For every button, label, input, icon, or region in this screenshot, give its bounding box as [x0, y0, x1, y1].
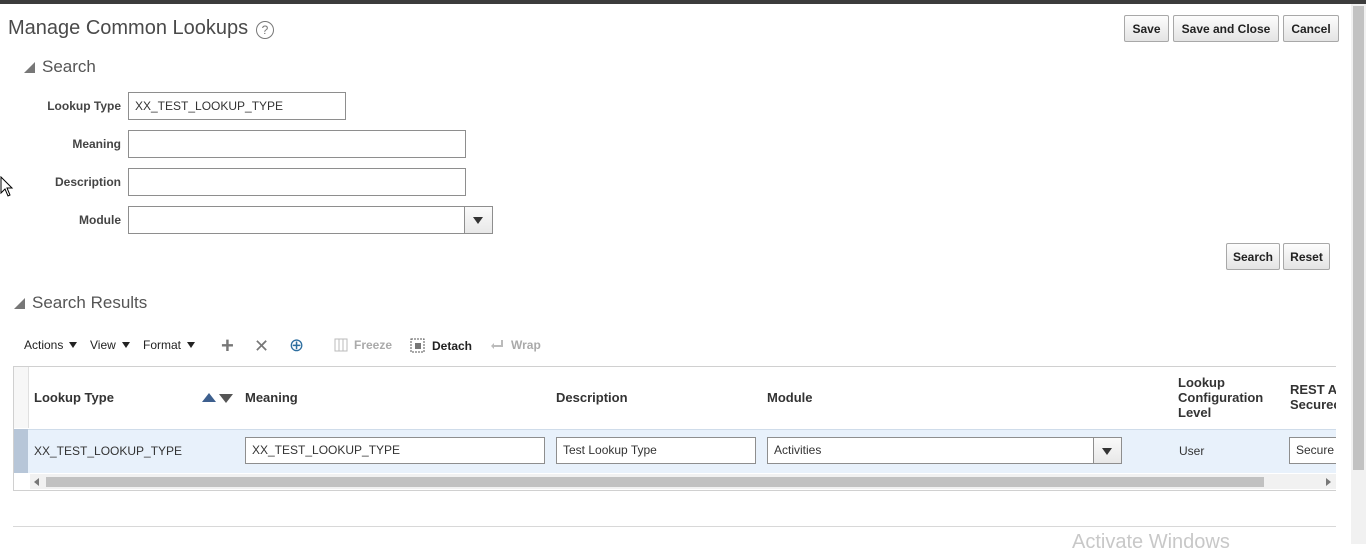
- module-cell-value: Activities: [774, 443, 822, 457]
- description-input[interactable]: [128, 168, 466, 196]
- cell-lookup-type: XX_TEST_LOOKUP_TYPE: [34, 444, 183, 458]
- description-label: Description: [54, 175, 121, 189]
- caret-down-icon: [121, 342, 130, 348]
- vertical-scrollbar[interactable]: [1351, 4, 1366, 544]
- results-section-header[interactable]: Search Results: [14, 293, 147, 313]
- row-header-column: [14, 367, 29, 428]
- lookup-type-input[interactable]: XX_TEST_LOOKUP_TYPE: [128, 92, 346, 120]
- freeze-button[interactable]: Freeze: [334, 338, 392, 352]
- cancel-button[interactable]: Cancel: [1283, 15, 1339, 42]
- view-menu-label: View: [90, 338, 116, 352]
- search-section-header[interactable]: Search: [24, 57, 96, 77]
- column-header-config-level[interactable]: Lookup Configuration Level: [1178, 375, 1263, 420]
- rest-secured-line: REST A: [1290, 382, 1336, 397]
- footer-divider: [13, 526, 1336, 527]
- wrap-button[interactable]: Wrap: [491, 338, 541, 352]
- detach-label: Detach: [432, 338, 473, 353]
- grid-border: [13, 490, 1336, 491]
- reset-button[interactable]: Reset: [1283, 243, 1330, 270]
- freeze-label: Freeze: [354, 338, 393, 352]
- sort-descending-icon[interactable]: [219, 394, 233, 403]
- module-cell-select[interactable]: Activities: [767, 437, 1122, 464]
- meaning-label: Meaning: [72, 137, 121, 151]
- row-selector[interactable]: [14, 429, 28, 473]
- collapse-triangle-icon[interactable]: [24, 61, 35, 73]
- column-header-rest-secured[interactable]: REST A Securec: [1290, 382, 1336, 412]
- column-header-module[interactable]: Module: [767, 390, 813, 405]
- lookup-type-label: Lookup Type: [47, 99, 121, 113]
- view-menu[interactable]: View: [90, 338, 130, 352]
- mouse-cursor-icon: [0, 176, 14, 197]
- config-level-line: Configuration: [1178, 390, 1264, 405]
- activation-watermark: Activate Windows: [1072, 531, 1230, 553]
- top-bar: [0, 0, 1366, 4]
- column-header-lookup-type[interactable]: Lookup Type: [34, 390, 114, 405]
- module-select[interactable]: [128, 206, 493, 234]
- column-header-description[interactable]: Description: [556, 390, 628, 405]
- column-header-meaning[interactable]: Meaning: [245, 390, 298, 405]
- caret-down-icon: [69, 342, 78, 348]
- format-menu-label: Format: [143, 338, 182, 352]
- grid-border: [13, 366, 1336, 367]
- meaning-cell-input[interactable]: XX_TEST_LOOKUP_TYPE: [245, 437, 545, 464]
- freeze-icon: [334, 338, 348, 352]
- collapse-triangle-icon[interactable]: [14, 297, 25, 309]
- save-button[interactable]: Save: [1124, 15, 1169, 42]
- actions-menu[interactable]: Actions: [24, 338, 78, 352]
- format-menu[interactable]: Format: [143, 338, 196, 352]
- page-title: Manage Common Lookups: [8, 17, 249, 39]
- actions-menu-label: Actions: [24, 338, 64, 352]
- meaning-input[interactable]: [128, 130, 466, 158]
- chevron-down-icon[interactable]: [464, 207, 492, 233]
- config-level-line: Lookup: [1178, 375, 1225, 390]
- detach-icon: [410, 338, 425, 353]
- results-section-title: Search Results: [32, 293, 148, 312]
- search-button[interactable]: Search: [1226, 243, 1280, 270]
- search-section-title: Search: [42, 57, 96, 76]
- module-label: Module: [79, 213, 121, 227]
- save-and-close-button[interactable]: Save and Close: [1173, 15, 1279, 42]
- sort-ascending-icon[interactable]: [202, 393, 216, 402]
- detach-button[interactable]: Detach: [410, 338, 472, 353]
- wrap-icon: [491, 340, 503, 349]
- caret-down-icon: [187, 342, 196, 348]
- delete-row-icon[interactable]: ✕: [254, 336, 269, 357]
- vertical-scrollbar-thumb[interactable]: [1353, 6, 1364, 470]
- config-level-line: Level: [1178, 405, 1212, 420]
- wrap-label: Wrap: [511, 338, 541, 352]
- description-cell-input[interactable]: Test Lookup Type: [556, 437, 756, 464]
- rest-secured-line: Securec: [1290, 397, 1336, 412]
- help-icon[interactable]: ?: [256, 21, 274, 39]
- refresh-icon[interactable]: ⊕: [289, 335, 304, 356]
- scroll-left-icon[interactable]: [34, 478, 39, 486]
- horizontal-scrollbar-thumb[interactable]: [46, 477, 1264, 487]
- add-row-icon[interactable]: +: [221, 333, 234, 359]
- chevron-down-icon[interactable]: [1093, 438, 1121, 463]
- cell-config-level: User: [1179, 444, 1205, 458]
- scroll-right-icon[interactable]: [1326, 478, 1331, 486]
- rest-secured-cell-input[interactable]: Secure: [1289, 437, 1336, 464]
- horizontal-scrollbar[interactable]: [30, 474, 1336, 489]
